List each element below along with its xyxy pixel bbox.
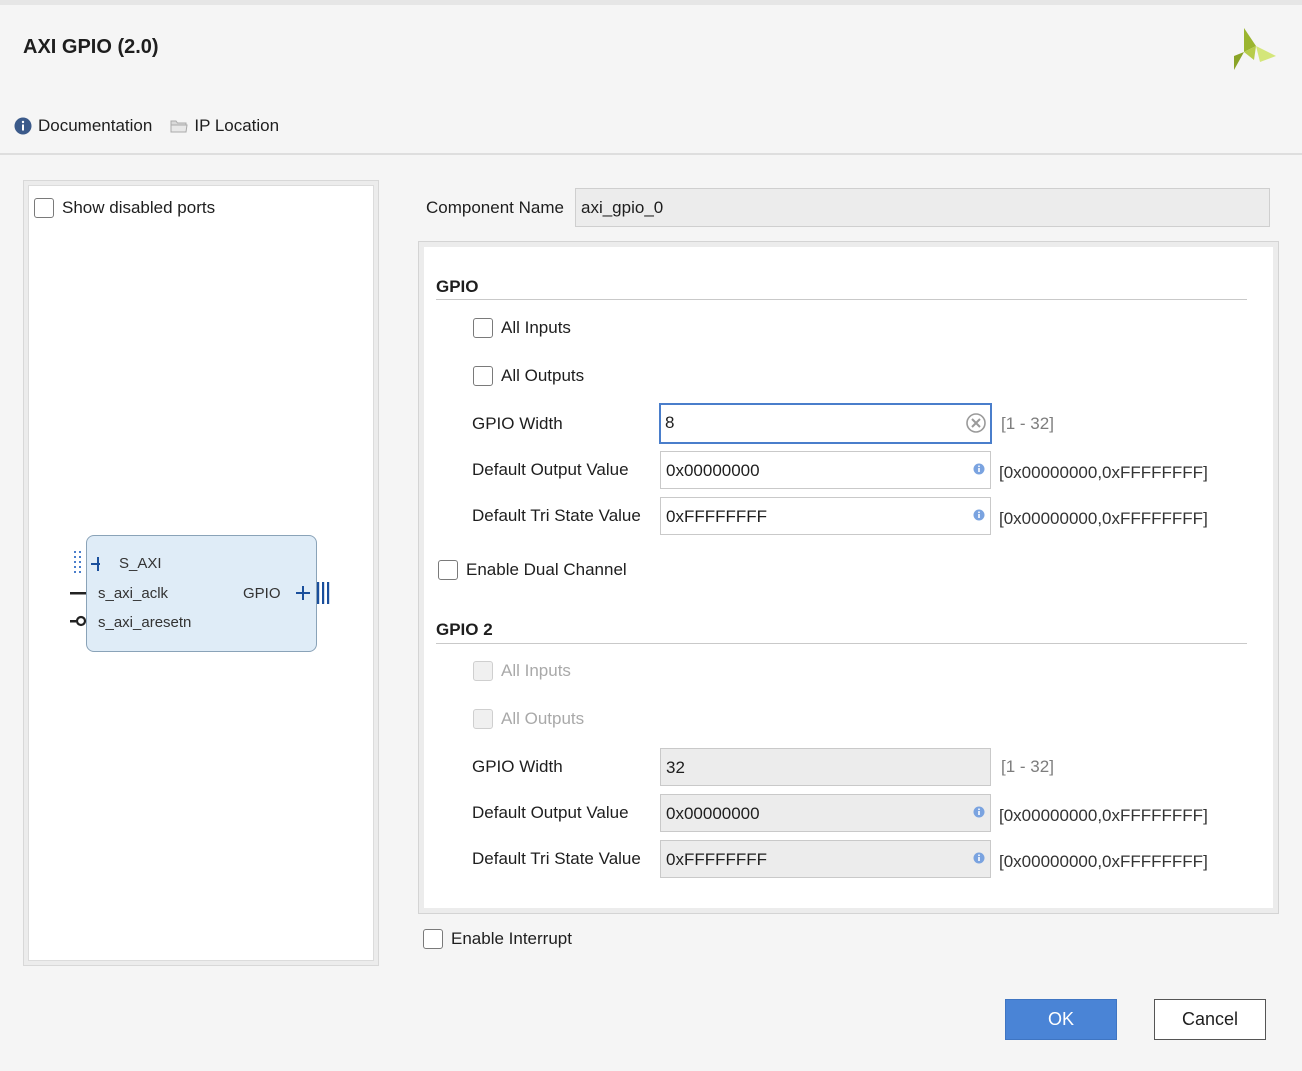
enable-dual-channel-label: Enable Dual Channel <box>466 560 627 579</box>
enable-dual-channel-box[interactable] <box>438 560 458 580</box>
top-strip <box>0 0 1302 5</box>
gpio2-section-divider <box>436 643 1247 644</box>
port-s-axi: S_AXI <box>119 555 162 572</box>
gpio2-width-label: GPIO Width <box>472 757 563 776</box>
show-disabled-ports-box[interactable] <box>34 198 54 218</box>
gpio-default-output-label: Default Output Value <box>472 460 629 479</box>
gpio2-default-output-range: [0x00000000,0xFFFFFFFF] <box>999 806 1208 825</box>
gpio-width-value: 8 <box>665 413 675 432</box>
toolbar: Documentation IP Location <box>14 114 297 138</box>
gpio2-default-tri-range: [0x00000000,0xFFFFFFFF] <box>999 852 1208 871</box>
component-name-field[interactable]: axi_gpio_0 <box>575 188 1270 227</box>
cancel-button[interactable]: Cancel <box>1154 999 1266 1040</box>
documentation-link[interactable]: Documentation <box>14 116 152 136</box>
gpio-bus-icon <box>296 582 330 604</box>
gpio2-width-input[interactable]: 32 <box>660 748 991 786</box>
documentation-label: Documentation <box>38 116 153 135</box>
gpio2-width-range: [1 - 32] <box>1001 757 1054 776</box>
gpio2-section-title: GPIO 2 <box>436 620 493 639</box>
gpio2-all-inputs-label: All Inputs <box>501 661 571 680</box>
gpio-default-tri-label: Default Tri State Value <box>472 506 641 525</box>
gpio2-all-outputs-label: All Outputs <box>501 709 585 728</box>
port-s-axi-aclk: s_axi_aclk <box>98 585 169 602</box>
gpio2-all-outputs-box[interactable] <box>473 709 493 729</box>
gpio2-width-value: 32 <box>666 758 685 777</box>
gpio-width-range: [1 - 32] <box>1001 414 1054 433</box>
info-icon <box>973 509 985 521</box>
info-icon <box>973 806 985 818</box>
gpio-all-inputs-label: All Inputs <box>501 318 571 337</box>
gpio2-default-tri-label: Default Tri State Value <box>472 849 641 868</box>
info-icon <box>973 463 985 475</box>
xilinx-logo <box>1234 28 1276 70</box>
gpio2-all-inputs-box[interactable] <box>473 661 493 681</box>
clear-icon[interactable] <box>966 413 986 433</box>
gpio2-default-output-value: 0x00000000 <box>666 804 760 823</box>
ip-location-label: IP Location <box>194 116 280 135</box>
info-icon <box>973 852 985 864</box>
gpio-default-tri-input[interactable]: 0xFFFFFFFF <box>660 497 991 535</box>
show-disabled-ports-label: Show disabled ports <box>62 198 216 217</box>
gpio-all-outputs-checkbox[interactable]: All Outputs <box>473 366 584 386</box>
enable-dual-channel-checkbox[interactable]: Enable Dual Channel <box>438 560 627 580</box>
s-axi-bus-icon <box>74 551 100 573</box>
gpio-width-label: GPIO Width <box>472 414 563 433</box>
gpio-default-tri-value: 0xFFFFFFFF <box>666 507 768 526</box>
gpio2-default-output-input[interactable]: 0x00000000 <box>660 794 991 832</box>
port-s-axi-aresetn: s_axi_aresetn <box>98 614 192 631</box>
gpio-all-inputs-box[interactable] <box>473 318 493 338</box>
folder-icon <box>170 120 188 133</box>
enable-interrupt-checkbox[interactable]: Enable Interrupt <box>423 929 572 949</box>
reset-pin-icon <box>70 615 87 627</box>
gpio-section-divider <box>436 299 1247 300</box>
header-divider <box>0 153 1302 155</box>
gpio-all-outputs-box[interactable] <box>473 366 493 386</box>
gpio2-default-output-label: Default Output Value <box>472 803 629 822</box>
gpio2-default-tri-value: 0xFFFFFFFF <box>666 850 768 869</box>
gpio-default-output-input[interactable]: 0x00000000 <box>660 451 991 489</box>
gpio-all-inputs-checkbox[interactable]: All Inputs <box>473 318 571 338</box>
component-name-label: Component Name <box>426 198 564 217</box>
gpio-default-output-range: [0x00000000,0xFFFFFFFF] <box>999 463 1208 482</box>
gpio-default-output-value: 0x00000000 <box>666 461 760 480</box>
gpio2-all-outputs-checkbox[interactable]: All Outputs <box>473 709 584 729</box>
gpio-section-title: GPIO <box>436 277 479 296</box>
gpio2-default-tri-input[interactable]: 0xFFFFFFFF <box>660 840 991 878</box>
ip-location-link[interactable]: IP Location <box>170 116 279 136</box>
dialog-title: AXI GPIO (2.0) <box>23 36 159 58</box>
info-icon <box>14 117 32 135</box>
gpio-default-tri-range: [0x00000000,0xFFFFFFFF] <box>999 509 1208 528</box>
clock-pin-icon <box>70 592 86 595</box>
gpio-all-outputs-label: All Outputs <box>501 366 585 385</box>
gpio2-all-inputs-checkbox[interactable]: All Inputs <box>473 661 571 681</box>
port-gpio: GPIO <box>243 585 281 602</box>
gpio-width-input[interactable]: 8 <box>659 403 992 444</box>
show-disabled-ports-checkbox[interactable]: Show disabled ports <box>34 198 215 218</box>
enable-interrupt-box[interactable] <box>423 929 443 949</box>
enable-interrupt-label: Enable Interrupt <box>451 929 572 948</box>
ok-button[interactable]: OK <box>1005 999 1117 1040</box>
